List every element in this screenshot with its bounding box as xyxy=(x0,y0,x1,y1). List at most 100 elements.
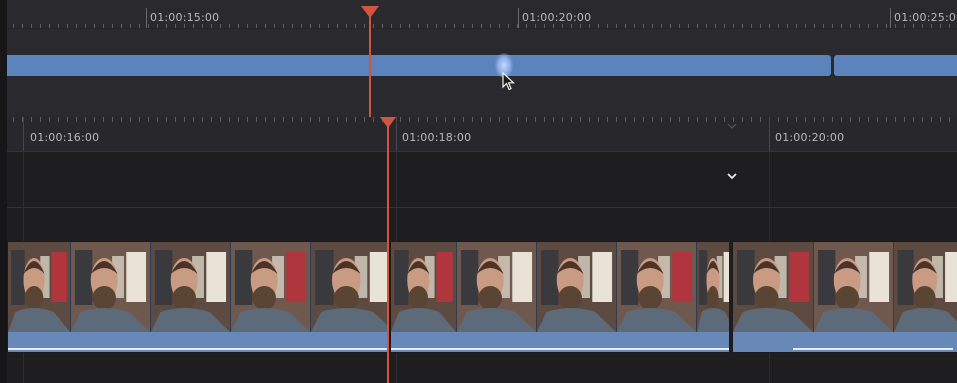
ruler-tick xyxy=(436,117,437,122)
ruler-tick xyxy=(355,24,356,28)
ruler-tick xyxy=(913,24,914,28)
audio-waveform xyxy=(391,348,729,350)
ruler-tick xyxy=(247,117,248,122)
ruler-tick xyxy=(796,24,797,28)
lower-timecode-3: 01:00:20:00 xyxy=(775,131,845,144)
ruler-tick xyxy=(310,24,311,28)
clip-frame xyxy=(894,242,957,332)
clip-frame xyxy=(391,242,457,332)
lower-timeline[interactable]: 01:00:16:00 01:00:18:00 01:00:20:00 xyxy=(7,117,957,383)
lower-playhead-line[interactable] xyxy=(387,125,389,383)
ruler-tick xyxy=(490,24,491,28)
ruler-tick xyxy=(85,24,86,28)
clip-frame xyxy=(733,242,814,332)
ruler-tick xyxy=(949,24,950,28)
ruler-tick xyxy=(562,117,563,122)
ruler-tick xyxy=(319,117,320,122)
upper-scrub-timeline[interactable]: 01:00:15:00 01:00:20:00 01:00:25:00 xyxy=(7,0,957,117)
ruler-tick xyxy=(301,24,302,28)
ruler-tick xyxy=(121,24,122,28)
ruler-tick xyxy=(112,24,113,28)
ruler-tick xyxy=(463,24,464,28)
ruler-major-tick xyxy=(518,8,519,28)
ruler-tick xyxy=(913,117,914,122)
ruler-tick xyxy=(679,117,680,122)
ruler-tick xyxy=(445,117,446,122)
ruler-tick xyxy=(715,24,716,28)
lower-ruler[interactable]: 01:00:16:00 01:00:18:00 01:00:20:00 xyxy=(7,117,957,152)
ruler-tick xyxy=(949,117,950,122)
clip-frame xyxy=(311,242,389,332)
ruler-tick xyxy=(418,24,419,28)
video-clip-2[interactable] xyxy=(390,241,730,353)
left-strip xyxy=(0,0,7,383)
ruler-tick xyxy=(625,117,626,122)
ruler-tick xyxy=(580,117,581,122)
ruler-tick xyxy=(148,24,149,28)
ruler-tick xyxy=(643,24,644,28)
ruler-tick xyxy=(490,117,491,122)
ruler-tick xyxy=(715,117,716,122)
ruler-tick xyxy=(382,24,383,28)
ruler-tick xyxy=(310,117,311,122)
ruler-tick xyxy=(292,117,293,122)
ruler-tick xyxy=(229,24,230,28)
ruler-tick xyxy=(508,117,509,122)
ruler-tick xyxy=(238,117,239,122)
ruler-tick xyxy=(886,117,887,122)
ruler-tick xyxy=(859,24,860,28)
ruler-tick xyxy=(652,24,653,28)
ruler-tick xyxy=(373,24,374,28)
ruler-tick xyxy=(193,24,194,28)
ruler-tick xyxy=(634,117,635,122)
ruler-tick xyxy=(625,24,626,28)
clip-thumbnails xyxy=(733,242,957,332)
ruler-tick xyxy=(589,24,590,28)
ruler-tick xyxy=(346,24,347,28)
ruler-tick xyxy=(823,24,824,28)
ruler-tick xyxy=(850,24,851,28)
ruler-tick xyxy=(76,24,77,28)
ruler-tick xyxy=(256,24,257,28)
ruler-tick xyxy=(931,117,932,122)
ruler-tick xyxy=(616,24,617,28)
ruler-tick xyxy=(58,24,59,28)
ruler-tick xyxy=(769,24,770,28)
ruler-tick xyxy=(409,117,410,122)
upper-playhead-line[interactable] xyxy=(369,14,371,117)
upper-timecode-1: 01:00:15:00 xyxy=(150,11,220,24)
chevron-down-icon[interactable] xyxy=(725,169,739,183)
ruler-tick xyxy=(364,117,365,122)
ruler-tick xyxy=(940,117,941,122)
ruler-tick xyxy=(283,117,284,122)
ruler-tick xyxy=(400,24,401,28)
ruler-tick xyxy=(328,24,329,28)
scrub-bar-clip-2[interactable] xyxy=(834,55,957,76)
ruler-tick xyxy=(922,117,923,122)
ruler-tick xyxy=(130,117,131,122)
ruler-major-tick xyxy=(769,117,770,151)
ruler-tick xyxy=(103,117,104,122)
ruler-tick xyxy=(805,117,806,122)
ruler-tick xyxy=(481,117,482,122)
ruler-tick xyxy=(598,24,599,28)
ruler-tick xyxy=(742,24,743,28)
ruler-tick xyxy=(544,117,545,122)
ruler-tick xyxy=(814,24,815,28)
ruler-tick xyxy=(220,24,221,28)
track-divider xyxy=(7,207,957,208)
ruler-tick xyxy=(364,24,365,28)
clip-audio-strip xyxy=(8,332,389,352)
video-clip-1[interactable] xyxy=(7,241,390,353)
ruler-tick xyxy=(238,24,239,28)
ruler-tick xyxy=(661,117,662,122)
scrub-bar-clip-1[interactable] xyxy=(7,55,831,76)
video-clip-3[interactable] xyxy=(732,241,957,353)
ruler-tick xyxy=(328,117,329,122)
ruler-tick xyxy=(94,24,95,28)
ruler-tick xyxy=(778,24,779,28)
clip-audio-strip xyxy=(733,332,957,352)
ruler-tick xyxy=(760,117,761,122)
upper-ruler[interactable]: 01:00:15:00 01:00:20:00 01:00:25:00 xyxy=(7,0,957,29)
lower-timecode-1: 01:00:16:00 xyxy=(30,131,100,144)
